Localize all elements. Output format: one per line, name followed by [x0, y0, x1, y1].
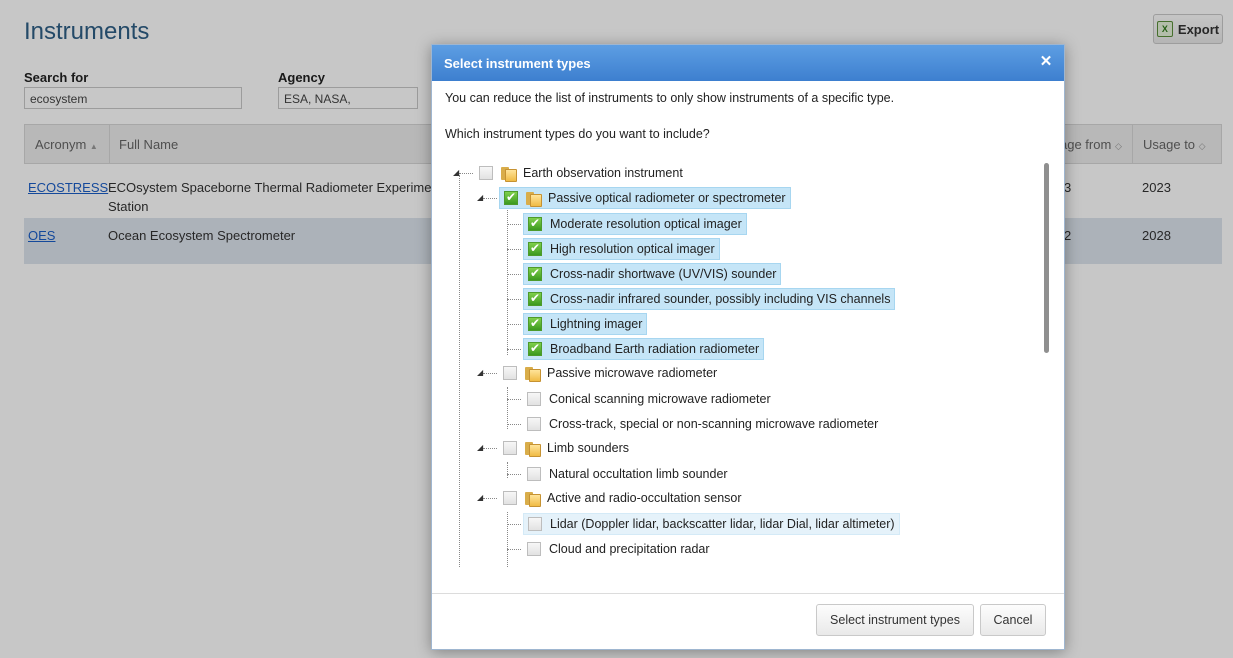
checkbox-icon[interactable]: [527, 417, 541, 431]
tree-connector: [507, 462, 508, 478]
dialog-question-text: Which instrument types do you want to in…: [445, 127, 710, 141]
tree-connector: [507, 524, 521, 525]
checkbox-icon[interactable]: [528, 316, 542, 331]
select-instrument-types-button[interactable]: Select instrument types: [816, 604, 974, 636]
tree-node-cross-nadir-infrared[interactable]: Cross-nadir infrared sounder, possibly i…: [523, 288, 896, 310]
checkbox-icon[interactable]: [528, 517, 542, 531]
tree-connector: [507, 512, 508, 567]
tree-connector: [507, 349, 521, 350]
tree-node-passive-microwave[interactable]: Passive microwave radiometer: [499, 362, 721, 384]
tree-connector: [507, 324, 521, 325]
tree-node-moderate-resolution[interactable]: Moderate resolution optical imager: [523, 213, 747, 235]
checkbox-icon[interactable]: [527, 542, 541, 556]
tree-connector: [459, 175, 460, 567]
tree-scrollbar[interactable]: [1044, 163, 1049, 353]
checkbox-icon[interactable]: [527, 392, 541, 406]
tree-node-passive-optical[interactable]: Passive optical radiometer or spectromet…: [499, 187, 791, 209]
tree-node-broadband-earth[interactable]: Broadband Earth radiation radiometer: [523, 338, 765, 360]
tree-node-natural-occultation[interactable]: Natural occultation limb sounder: [523, 463, 732, 485]
collapse-icon[interactable]: ◢: [477, 493, 487, 503]
instrument-type-tree: ◢ Earth observation instrument ◢ Passive…: [445, 157, 1055, 567]
select-instrument-types-dialog: Select instrument types ✕ You can reduce…: [431, 44, 1065, 650]
dialog-header: Select instrument types ✕: [432, 45, 1064, 81]
collapse-icon[interactable]: ◢: [477, 443, 487, 453]
tree-node-lightning-imager[interactable]: Lightning imager: [523, 313, 648, 335]
checkbox-icon[interactable]: [527, 467, 541, 481]
tree-connector: [507, 224, 521, 225]
close-icon[interactable]: ✕: [1038, 54, 1054, 70]
tree-node-lidar[interactable]: Lidar (Doppler lidar, backscatter lidar,…: [523, 513, 900, 535]
collapse-icon[interactable]: ◢: [477, 193, 487, 203]
checkbox-icon[interactable]: [528, 291, 542, 306]
tree-node-cloud-precipitation-radar[interactable]: Cloud and precipitation radar: [523, 538, 714, 560]
tree-node-cross-track[interactable]: Cross-track, special or non-scanning mic…: [523, 413, 882, 435]
checkbox-icon[interactable]: [528, 241, 542, 256]
cancel-button[interactable]: Cancel: [980, 604, 1046, 636]
checkbox-icon[interactable]: [503, 366, 517, 380]
collapse-icon[interactable]: ◢: [453, 168, 463, 178]
folder-icon: [526, 191, 542, 207]
tree-connector: [507, 399, 521, 400]
folder-icon: [501, 166, 517, 182]
checkbox-icon[interactable]: [503, 441, 517, 455]
tree-node-earth-observation[interactable]: Earth observation instrument: [475, 162, 687, 184]
tree-connector: [507, 249, 521, 250]
checkbox-icon[interactable]: [528, 266, 542, 281]
tree-node-cross-nadir-shortwave[interactable]: Cross-nadir shortwave (UV/VIS) sounder: [523, 263, 782, 285]
tree-connector: [507, 424, 521, 425]
tree-connector: [507, 299, 521, 300]
folder-icon: [525, 366, 541, 382]
checkbox-icon[interactable]: [528, 341, 542, 356]
tree-connector: [507, 549, 521, 550]
dialog-title: Select instrument types: [444, 56, 591, 71]
dialog-intro-text: You can reduce the list of instruments t…: [445, 91, 895, 105]
checkbox-icon[interactable]: [503, 491, 517, 505]
tree-node-high-resolution[interactable]: High resolution optical imager: [523, 238, 720, 260]
tree-connector: [507, 474, 521, 475]
folder-icon: [525, 441, 541, 457]
tree-connector: [507, 274, 521, 275]
collapse-icon[interactable]: ◢: [477, 368, 487, 378]
folder-icon: [525, 491, 541, 507]
tree-connector: [507, 387, 508, 429]
tree-node-active-radio-occultation[interactable]: Active and radio-occultation sensor: [499, 487, 746, 509]
checkbox-icon[interactable]: [504, 190, 518, 205]
tree-node-limb-sounders[interactable]: Limb sounders: [499, 437, 633, 459]
tree-node-conical-scanning[interactable]: Conical scanning microwave radiometer: [523, 388, 775, 410]
checkbox-icon[interactable]: [528, 216, 542, 231]
tree-connector: [507, 195, 508, 355]
dialog-footer: Select instrument types Cancel: [432, 593, 1064, 649]
checkbox-icon[interactable]: [479, 166, 493, 180]
